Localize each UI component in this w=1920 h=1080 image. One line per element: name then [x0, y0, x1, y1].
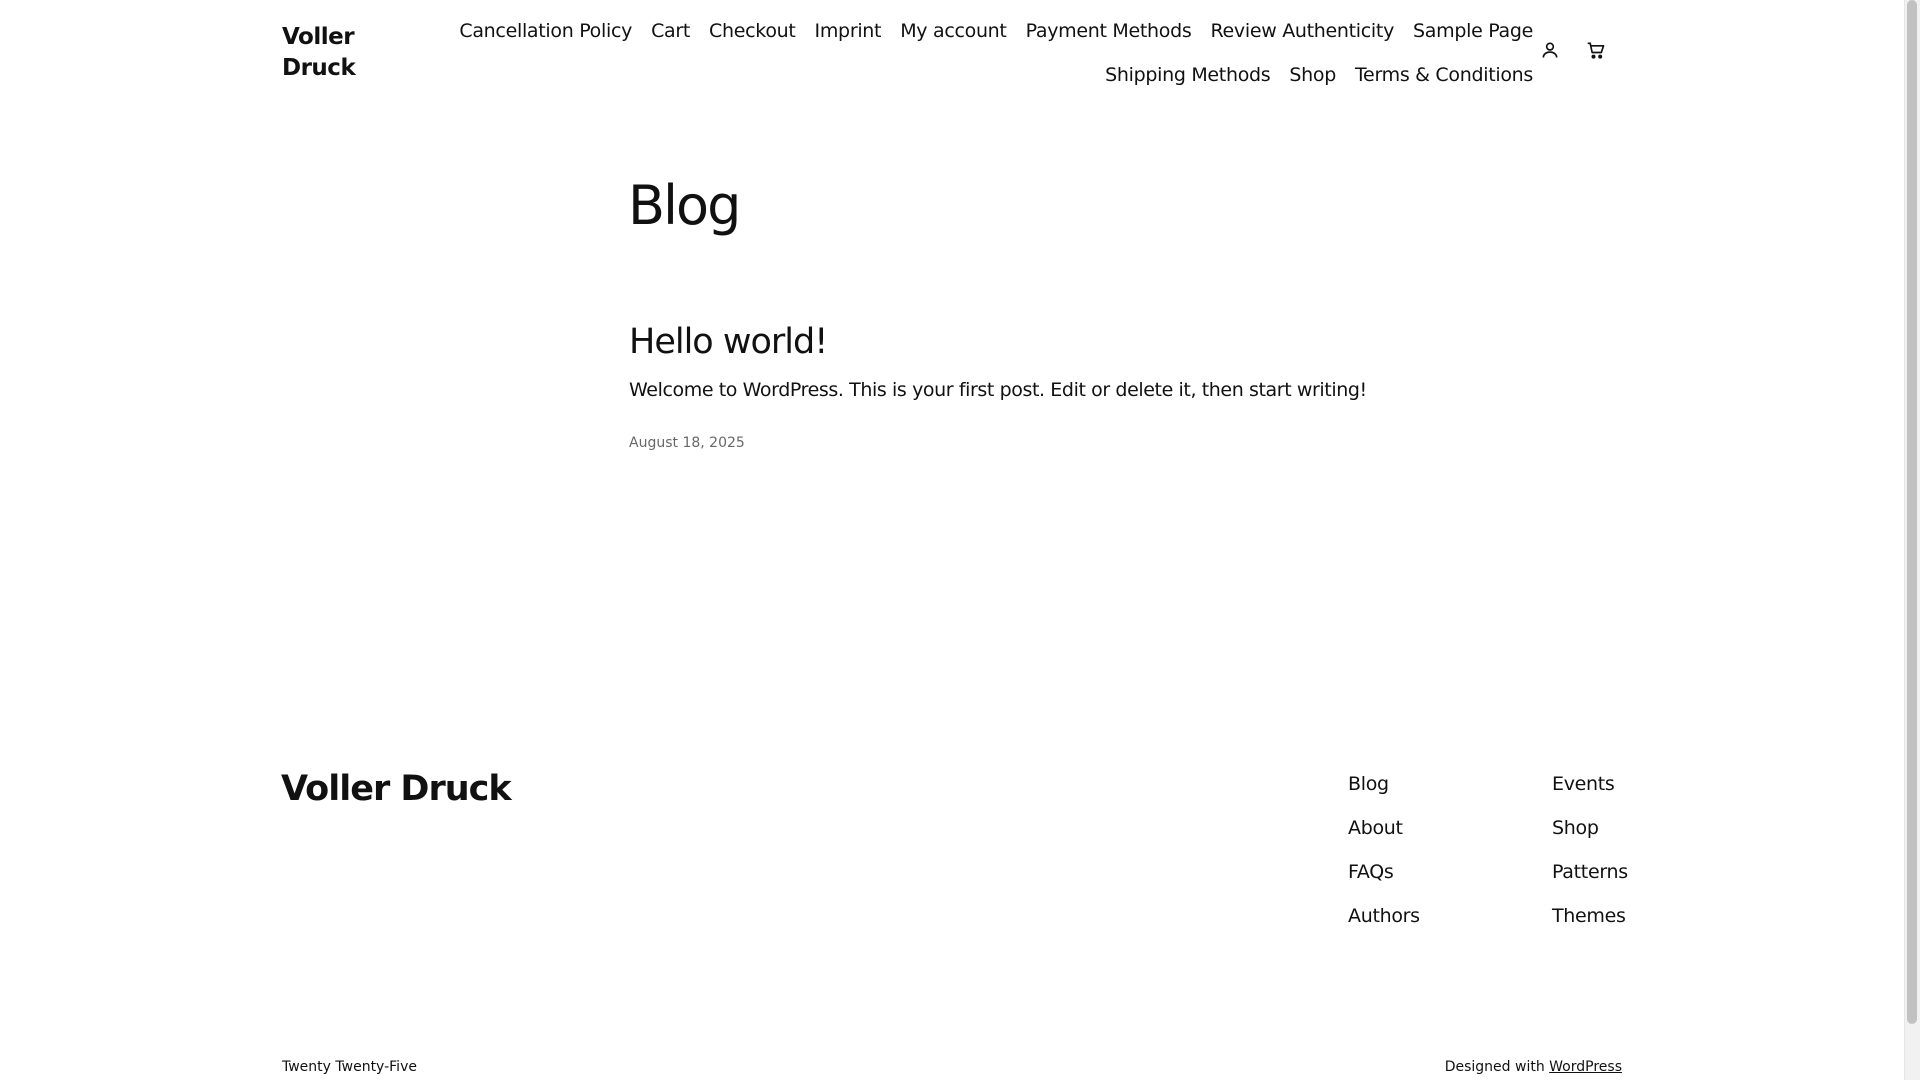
post-date[interactable]: August 18, 2025 — [629, 433, 745, 453]
nav-item-cart[interactable]: Cart — [651, 16, 690, 46]
footer-link-patterns[interactable]: Patterns — [1552, 857, 1628, 887]
footer-nav-column-1: Blog About FAQs Authors — [1348, 769, 1420, 931]
primary-navigation: Cancellation Policy Cart Checkout Imprin… — [353, 16, 1533, 90]
post-title-link[interactable]: Hello world! — [629, 320, 828, 364]
account-icon[interactable] — [1540, 40, 1560, 60]
header-icons — [1540, 40, 1606, 60]
nav-item-terms-conditions[interactable]: Terms & Conditions — [1355, 60, 1533, 90]
scrollbar-thumb[interactable] — [1907, 0, 1917, 1024]
nav-item-cancellation-policy[interactable]: Cancellation Policy — [459, 16, 632, 46]
cart-icon[interactable] — [1586, 40, 1606, 60]
wordpress-link[interactable]: WordPress — [1549, 1059, 1622, 1075]
footer-nav-column-2: Events Shop Patterns Themes — [1552, 769, 1628, 931]
nav-item-payment-methods[interactable]: Payment Methods — [1026, 16, 1192, 46]
footer-credit: Designed with WordPress — [1445, 1057, 1622, 1077]
page: Voller Druck Cancellation Policy Cart Ch… — [0, 0, 1905, 1080]
footer-theme-name: Twenty Twenty-Five — [282, 1059, 417, 1075]
nav-item-imprint[interactable]: Imprint — [815, 16, 882, 46]
footer-site-title-link[interactable]: Voller Druck — [281, 766, 512, 812]
nav-item-sample-page[interactable]: Sample Page — [1413, 16, 1533, 46]
footer-link-shop[interactable]: Shop — [1552, 813, 1628, 843]
post-excerpt: Welcome to WordPress. This is your first… — [629, 379, 1367, 401]
vertical-scrollbar[interactable] — [1904, 0, 1920, 1080]
footer-link-blog[interactable]: Blog — [1348, 769, 1420, 799]
footer-link-faqs[interactable]: FAQs — [1348, 857, 1420, 887]
nav-item-review-authenticity[interactable]: Review Authenticity — [1210, 16, 1394, 46]
nav-item-shipping-methods[interactable]: Shipping Methods — [1105, 60, 1271, 90]
nav-item-shop[interactable]: Shop — [1289, 60, 1336, 90]
footer-link-authors[interactable]: Authors — [1348, 901, 1420, 931]
footer-credit-prefix: Designed with — [1444, 1059, 1545, 1075]
nav-item-my-account[interactable]: My account — [900, 16, 1007, 46]
nav-item-checkout[interactable]: Checkout — [709, 16, 796, 46]
footer-link-themes[interactable]: Themes — [1552, 901, 1628, 931]
footer-link-events[interactable]: Events — [1552, 769, 1628, 799]
footer-link-about[interactable]: About — [1348, 813, 1420, 843]
page-title: Blog — [628, 174, 741, 237]
